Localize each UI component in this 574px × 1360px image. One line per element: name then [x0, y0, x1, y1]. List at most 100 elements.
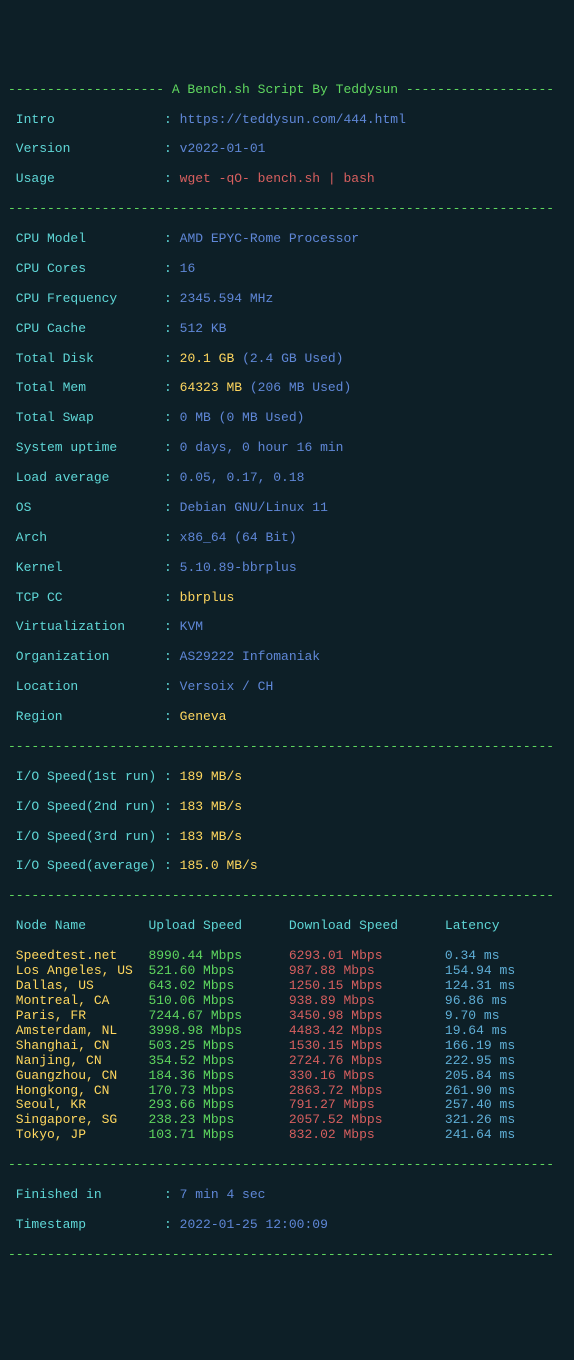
net-down: 791.27 Mbps [289, 1097, 445, 1112]
net-row: Nanjing, CN 354.52 Mbps 2724.76 Mbps 222… [8, 1054, 566, 1069]
usage-value: wget -qO- bench.sh | bash [180, 171, 375, 186]
net-up: 170.73 Mbps [148, 1083, 288, 1098]
net-node: Hongkong, CN [8, 1083, 148, 1098]
disk-used: (2.4 GB Used) [242, 351, 343, 366]
net-up: 7244.67 Mbps [148, 1008, 288, 1023]
net-down: 3450.98 Mbps [289, 1008, 445, 1023]
net-lat: 154.94 ms [445, 963, 539, 978]
net-up: 510.06 Mbps [148, 993, 288, 1008]
net-down: 4483.42 Mbps [289, 1023, 445, 1038]
net-node: Amsterdam, NL [8, 1023, 148, 1038]
net-node: Nanjing, CN [8, 1053, 148, 1068]
region-label: Region : [8, 709, 180, 724]
net-down: 2057.52 Mbps [289, 1112, 445, 1127]
cpu-cores-value: 16 [180, 261, 196, 276]
tcp-value: bbrplus [180, 590, 235, 605]
net-up: 184.36 Mbps [148, 1068, 288, 1083]
swap-label: Total Swap : [8, 410, 180, 425]
net-up: 103.71 Mbps [148, 1127, 288, 1142]
net-node: Singapore, SG [8, 1112, 148, 1127]
net-up: 3998.98 Mbps [148, 1023, 288, 1038]
io1-label: I/O Speed(1st run) : [8, 769, 180, 784]
header-title: -------------------- A Bench.sh Script B… [8, 83, 566, 98]
net-down: 1250.15 Mbps [289, 978, 445, 993]
net-node: Dallas, US [8, 978, 148, 993]
divider: ----------------------------------------… [8, 740, 566, 755]
org-label: Organization : [8, 649, 180, 664]
net-header-up: Upload Speed [148, 918, 288, 933]
timestamp-value: 2022-01-25 12:00:09 [180, 1217, 328, 1232]
virt-value: KVM [180, 619, 203, 634]
net-down: 987.88 Mbps [289, 963, 445, 978]
net-lat: 321.26 ms [445, 1112, 539, 1127]
timestamp-label: Timestamp : [8, 1217, 180, 1232]
net-node: Los Angeles, US [8, 963, 148, 978]
version-value: v2022-01-01 [180, 141, 266, 156]
io1-value: 189 MB/s [180, 769, 242, 784]
io3-label: I/O Speed(3rd run) : [8, 829, 180, 844]
divider: ----------------------------------------… [8, 1248, 566, 1263]
net-node: Guangzhou, CN [8, 1068, 148, 1083]
net-lat: 261.90 ms [445, 1083, 539, 1098]
net-lat: 241.64 ms [445, 1127, 539, 1142]
net-lat: 9.70 ms [445, 1008, 539, 1023]
net-lat: 222.95 ms [445, 1053, 539, 1068]
usage-label: Usage : [8, 171, 180, 186]
os-value: Debian GNU/Linux 11 [180, 500, 328, 515]
uptime-label: System uptime : [8, 440, 180, 455]
org-value: AS29222 Infomaniak [180, 649, 320, 664]
net-rows: Speedtest.net 8990.44 Mbps 6293.01 Mbps … [8, 949, 566, 1143]
os-label: OS : [8, 500, 180, 515]
net-node: Shanghai, CN [8, 1038, 148, 1053]
mem-used: (206 MB Used) [250, 380, 351, 395]
terminal-output: -------------------- A Bench.sh Script B… [8, 68, 566, 1278]
swap-value: 0 MB (0 MB Used) [180, 410, 305, 425]
net-row: Shanghai, CN 503.25 Mbps 1530.15 Mbps 16… [8, 1039, 566, 1054]
net-node: Tokyo, JP [8, 1127, 148, 1142]
cpu-cache-label: CPU Cache : [8, 321, 180, 336]
net-up: 354.52 Mbps [148, 1053, 288, 1068]
mem-label: Total Mem : [8, 380, 180, 395]
kernel-label: Kernel : [8, 560, 180, 575]
io2-label: I/O Speed(2nd run) : [8, 799, 180, 814]
disk-label: Total Disk : [8, 351, 180, 366]
tcp-label: TCP CC : [8, 590, 180, 605]
net-node: Seoul, KR [8, 1097, 148, 1112]
net-row: Amsterdam, NL 3998.98 Mbps 4483.42 Mbps … [8, 1024, 566, 1039]
net-lat: 19.64 ms [445, 1023, 539, 1038]
net-row: Montreal, CA 510.06 Mbps 938.89 Mbps 96.… [8, 994, 566, 1009]
net-up: 521.60 Mbps [148, 963, 288, 978]
net-header-lat: Latency [445, 918, 539, 933]
finished-value: 7 min 4 sec [180, 1187, 266, 1202]
net-lat: 205.84 ms [445, 1068, 539, 1083]
net-row: Paris, FR 7244.67 Mbps 3450.98 Mbps 9.70… [8, 1009, 566, 1024]
intro-value: https://teddysun.com/444.html [180, 112, 406, 127]
finished-label: Finished in : [8, 1187, 180, 1202]
net-up: 643.02 Mbps [148, 978, 288, 993]
net-row: Tokyo, JP 103.71 Mbps 832.02 Mbps 241.64… [8, 1128, 566, 1143]
cpu-model-value: AMD EPYC-Rome Processor [180, 231, 359, 246]
cpu-cores-label: CPU Cores : [8, 261, 180, 276]
net-down: 2863.72 Mbps [289, 1083, 445, 1098]
disk-value: 20.1 GB [180, 351, 242, 366]
region-value: Geneva [180, 709, 227, 724]
net-lat: 257.40 ms [445, 1097, 539, 1112]
net-lat: 166.19 ms [445, 1038, 539, 1053]
net-header-node: Node Name [8, 918, 148, 933]
net-up: 293.66 Mbps [148, 1097, 288, 1112]
virt-label: Virtualization : [8, 619, 180, 634]
ioavg-value: 185.0 MB/s [180, 858, 258, 873]
net-row: Speedtest.net 8990.44 Mbps 6293.01 Mbps … [8, 949, 566, 964]
load-label: Load average : [8, 470, 180, 485]
net-row: Guangzhou, CN 184.36 Mbps 330.16 Mbps 20… [8, 1069, 566, 1084]
net-lat: 124.31 ms [445, 978, 539, 993]
net-row: Dallas, US 643.02 Mbps 1250.15 Mbps 124.… [8, 979, 566, 994]
net-node: Montreal, CA [8, 993, 148, 1008]
net-down: 6293.01 Mbps [289, 948, 445, 963]
net-down: 2724.76 Mbps [289, 1053, 445, 1068]
net-row: Singapore, SG 238.23 Mbps 2057.52 Mbps 3… [8, 1113, 566, 1128]
divider: ----------------------------------------… [8, 1158, 566, 1173]
net-row: Hongkong, CN 170.73 Mbps 2863.72 Mbps 26… [8, 1084, 566, 1099]
divider: ----------------------------------------… [8, 889, 566, 904]
net-up: 503.25 Mbps [148, 1038, 288, 1053]
